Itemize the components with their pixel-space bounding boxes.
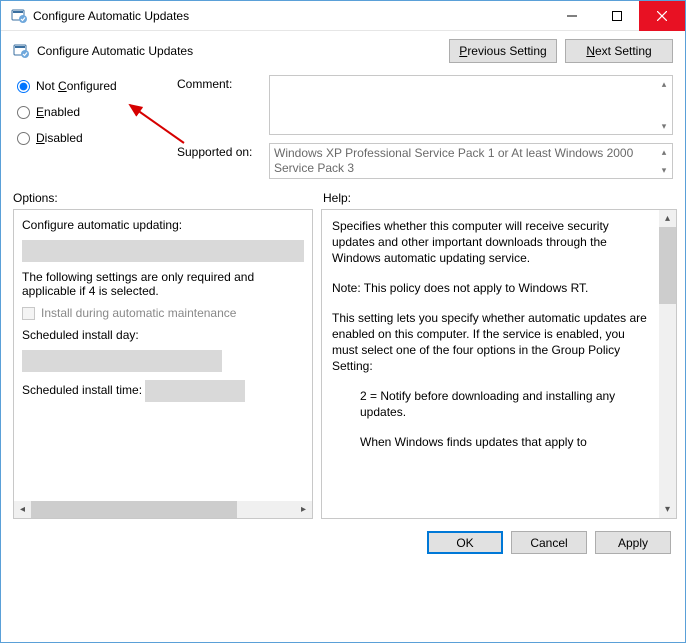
following-note: The following settings are only required…: [22, 270, 304, 298]
help-p1: Specifies whether this computer will rec…: [332, 218, 649, 266]
minimize-button[interactable]: [549, 1, 594, 31]
configure-updating-select[interactable]: [22, 240, 304, 262]
checkbox-icon[interactable]: [22, 307, 35, 320]
install-day-label: Scheduled install day:: [22, 328, 304, 342]
policy-icon: [13, 43, 29, 59]
window-titlebar: Configure Automatic Updates: [1, 1, 685, 31]
radio-disabled[interactable]: Disabled: [17, 131, 177, 145]
close-button[interactable]: [639, 1, 685, 31]
scroll-up-icon[interactable]: ▴: [656, 144, 672, 160]
scroll-up-icon[interactable]: ▴: [656, 76, 672, 92]
help-vscrollbar[interactable]: ▴ ▾: [659, 210, 676, 518]
install-time-row: Scheduled install time:: [22, 380, 304, 402]
install-time-label: Scheduled install time:: [22, 383, 142, 397]
radio-not-configured-label: Not Configured: [36, 79, 117, 93]
install-maintenance-label: Install during automatic maintenance: [41, 306, 236, 320]
comment-textarea[interactable]: ▴ ▾: [269, 75, 673, 135]
help-pane: Specifies whether this computer will rec…: [321, 209, 677, 519]
help-p3: This setting lets you specify whether au…: [332, 310, 649, 374]
comment-scrollbar[interactable]: ▴ ▾: [656, 76, 672, 134]
install-maintenance-checkbox[interactable]: Install during automatic maintenance: [22, 306, 304, 320]
cancel-button[interactable]: Cancel: [511, 531, 587, 554]
maximize-button[interactable]: [594, 1, 639, 31]
install-time-select[interactable]: [145, 380, 245, 402]
window-title: Configure Automatic Updates: [33, 9, 549, 23]
comment-grid: Comment: ▴ ▾ Supported on: Windows XP Pr…: [177, 75, 673, 179]
help-body: Specifies whether this computer will rec…: [322, 210, 659, 518]
options-hscrollbar[interactable]: ◂ ▸: [14, 501, 312, 518]
radio-not-configured-input[interactable]: [17, 80, 30, 93]
policy-title: Configure Automatic Updates: [37, 44, 441, 58]
scroll-up-icon[interactable]: ▴: [659, 210, 676, 227]
next-setting-button[interactable]: Next Setting: [565, 39, 673, 63]
supported-text-value: Windows XP Professional Service Pack 1 o…: [274, 146, 633, 175]
radio-disabled-input[interactable]: [17, 132, 30, 145]
radio-enabled-input[interactable]: [17, 106, 30, 119]
options-label: Options:: [13, 191, 323, 205]
options-pane: Configure automatic updating: The follow…: [13, 209, 313, 519]
vscroll-track[interactable]: [659, 227, 676, 501]
scroll-down-icon[interactable]: ▾: [656, 162, 672, 178]
configure-updating-label: Configure automatic updating:: [22, 218, 304, 232]
previous-setting-button[interactable]: Previous Setting: [449, 39, 557, 63]
policy-header: Configure Automatic Updates Previous Set…: [1, 31, 685, 75]
policy-icon: [11, 8, 27, 24]
supported-label: Supported on:: [177, 143, 269, 159]
radio-disabled-label: Disabled: [36, 131, 83, 145]
options-body: Configure automatic updating: The follow…: [14, 210, 312, 501]
scroll-right-icon[interactable]: ▸: [295, 501, 312, 518]
state-radio-group: Not Configured Enabled Disabled: [17, 75, 177, 179]
scroll-down-icon[interactable]: ▾: [659, 501, 676, 518]
supported-scrollbar[interactable]: ▴ ▾: [656, 144, 672, 178]
dialog-buttons: OK Cancel Apply: [1, 519, 685, 566]
hscroll-track[interactable]: [31, 501, 295, 518]
radio-not-configured[interactable]: Not Configured: [17, 79, 177, 93]
radio-enabled[interactable]: Enabled: [17, 105, 177, 119]
apply-button[interactable]: Apply: [595, 531, 671, 554]
lower-panes: Configure automatic updating: The follow…: [1, 209, 685, 519]
help-p4: 2 = Notify before downloading and instal…: [360, 388, 649, 420]
install-day-select[interactable]: [22, 350, 222, 372]
ok-button[interactable]: OK: [427, 531, 503, 554]
help-p5: When Windows finds updates that apply to: [360, 434, 649, 450]
vscroll-thumb[interactable]: [659, 227, 676, 304]
help-label: Help:: [323, 191, 673, 205]
radio-enabled-label: Enabled: [36, 105, 80, 119]
supported-text: Windows XP Professional Service Pack 1 o…: [269, 143, 673, 179]
scroll-left-icon[interactable]: ◂: [14, 501, 31, 518]
scroll-down-icon[interactable]: ▾: [656, 118, 672, 134]
upper-form: Not Configured Enabled Disabled Comment:…: [1, 75, 685, 183]
hscroll-thumb[interactable]: [31, 501, 237, 518]
comment-label: Comment:: [177, 75, 269, 91]
help-p2: Note: This policy does not apply to Wind…: [332, 280, 649, 296]
pane-labels: Options: Help:: [1, 183, 685, 209]
